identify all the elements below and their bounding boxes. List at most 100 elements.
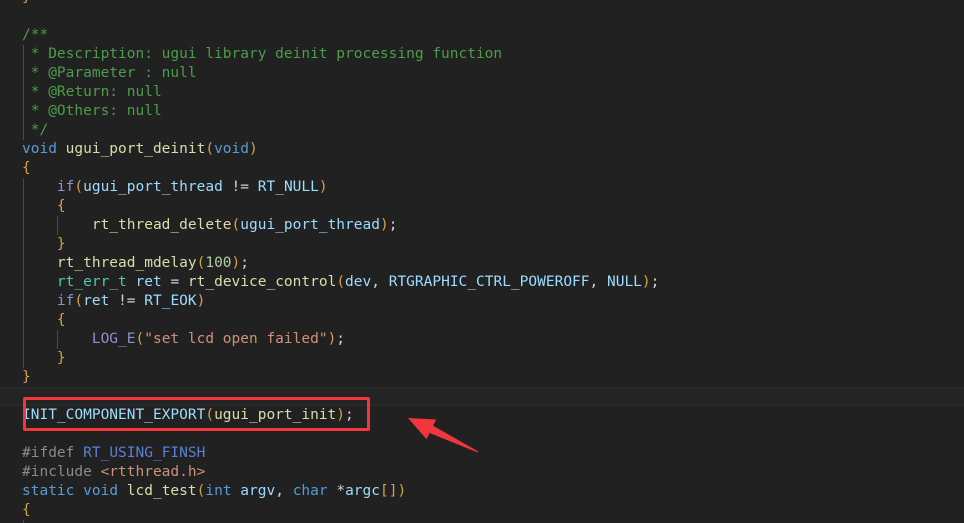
code-token: ugui_port_deinit <box>65 141 206 157</box>
code-token: { <box>56 198 66 214</box>
code-token: ( <box>336 274 346 290</box>
code-token: { <box>22 160 31 176</box>
code-token: argv <box>240 483 276 499</box>
code-token: * @Others: null <box>22 103 162 119</box>
code-token: RTGRAPHIC_CTRL_POWEROFF <box>388 274 590 290</box>
code-token: ) <box>379 217 389 233</box>
code-token: ( <box>74 293 84 309</box>
code-token: != <box>231 179 250 195</box>
line-if-close-brace[interactable]: } <box>0 235 964 254</box>
indent-guide <box>23 83 24 102</box>
code-token: LOG_E <box>91 331 136 347</box>
code-token: ugui_port_thread <box>83 179 223 195</box>
code-token: } <box>22 0 31 5</box>
code-token: ( <box>205 407 215 423</box>
line-blank-2[interactable] <box>0 387 964 406</box>
line-comment-return[interactable]: * @Return: null <box>0 83 964 102</box>
code-token: int <box>205 483 232 499</box>
code-token: <rtthread.h> <box>100 464 206 480</box>
line-func-open-brace[interactable]: { <box>0 159 964 178</box>
code-token: ; <box>240 255 250 271</box>
line-lcd-test-open-brace[interactable]: { <box>0 501 964 520</box>
code-token: INIT_COMPONENT_EXPORT <box>22 407 206 423</box>
indent-guide <box>23 216 24 235</box>
line-if-ret-open-brace[interactable]: { <box>0 311 964 330</box>
indent-guide <box>23 254 24 273</box>
line-func-close-brace[interactable]: } <box>0 368 964 387</box>
code-token: = <box>170 274 180 290</box>
code-token: ugui_port_thread <box>240 217 380 233</box>
code-token: } <box>22 369 31 385</box>
code-token: ) <box>336 407 346 423</box>
line-blank-3[interactable] <box>0 425 964 444</box>
line-if-open-brace[interactable]: { <box>0 197 964 216</box>
indent-guide <box>57 330 58 349</box>
code-token: ret <box>135 274 162 290</box>
line-comment-close[interactable]: */ <box>0 121 964 140</box>
line-include-rtthread[interactable]: #include <rtthread.h> <box>0 463 964 482</box>
line-func-signature[interactable]: void ugui_port_deinit(void) <box>0 140 964 159</box>
code-token: ) <box>327 331 337 347</box>
code-token: static <box>22 483 75 499</box>
code-editor[interactable]: } /** * Description: ugui library deinit … <box>0 0 964 523</box>
code-token: * @Return: null <box>22 84 162 100</box>
code-token: { <box>22 502 31 518</box>
code-token: if <box>56 179 75 195</box>
code-token: ( <box>205 141 215 157</box>
line-if-ret-close-brace[interactable]: } <box>0 349 964 368</box>
indent-guide <box>23 64 24 83</box>
code-token: ) <box>397 483 407 499</box>
line-ifdef-finsh[interactable]: #ifdef RT_USING_FINSH <box>0 444 964 463</box>
indent-guide <box>23 121 24 140</box>
line-thread-mdelay[interactable]: rt_thread_mdelay(100); <box>0 254 964 273</box>
code-token: char <box>292 483 328 499</box>
code-token: { <box>56 312 66 328</box>
code-token: [ <box>380 483 389 499</box>
indent-guide <box>23 311 24 330</box>
line-if-thread[interactable]: if(ugui_port_thread != RT_NULL) <box>0 178 964 197</box>
line-log-error[interactable]: LOG_E("set lcd open failed"); <box>0 330 964 349</box>
code-token: #ifdef <box>22 445 75 461</box>
code-token: void <box>214 141 249 157</box>
line-comment-description[interactable]: * Description: ugui library deinit proce… <box>0 45 964 64</box>
code-token: /** <box>22 27 49 43</box>
indent-guide <box>23 178 24 197</box>
code-token: * <box>336 483 346 499</box>
code-token: ; <box>388 217 398 233</box>
line-init-component-export[interactable]: INIT_COMPONENT_EXPORT(ugui_port_init); <box>0 406 964 425</box>
code-token: ( <box>74 179 84 195</box>
code-token: RT_EOK <box>144 293 197 309</box>
line-partial-top[interactable]: } <box>0 0 964 7</box>
code-token: , <box>589 274 607 290</box>
code-token: , <box>275 483 293 499</box>
code-token: , <box>371 274 389 290</box>
line-lcd-test-signature[interactable]: static void lcd_test(int argv, char *arg… <box>0 482 964 501</box>
line-thread-delete[interactable]: rt_thread_delete(ugui_port_thread); <box>0 216 964 235</box>
indent-guide <box>23 197 24 216</box>
line-comment-parameter[interactable]: * @Parameter : null <box>0 64 964 83</box>
code-token: void <box>83 483 119 499</box>
code-token: rt_device_control <box>187 274 337 290</box>
code-token: ( <box>231 217 241 233</box>
line-if-ret[interactable]: if(ret != RT_EOK) <box>0 292 964 311</box>
line-comment-open[interactable]: /** <box>0 26 964 45</box>
code-token: } <box>56 350 66 366</box>
line-device-control[interactable]: rt_err_t ret = rt_device_control(dev, RT… <box>0 273 964 292</box>
line-blank-1[interactable] <box>0 7 964 26</box>
code-token: rt_thread_mdelay <box>56 255 197 271</box>
code-token: ) <box>196 293 206 309</box>
line-comment-others[interactable]: * @Others: null <box>0 102 964 121</box>
code-token: ) <box>318 179 328 195</box>
code-text-area[interactable]: } /** * Description: ugui library deinit … <box>0 0 964 523</box>
